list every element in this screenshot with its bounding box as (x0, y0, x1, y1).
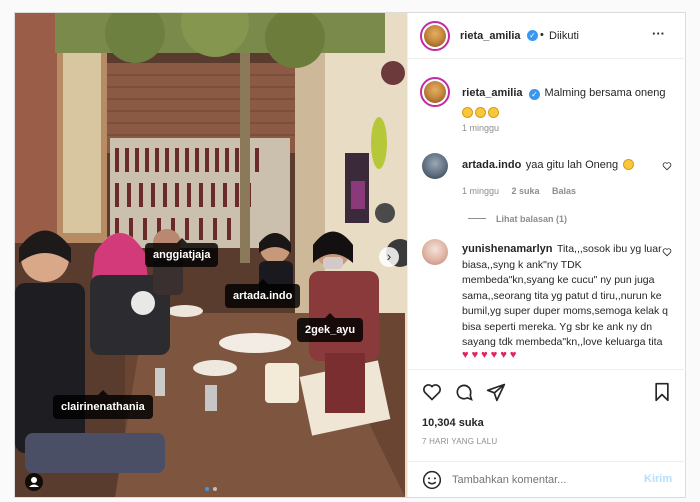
carousel-next-button[interactable]: › (379, 247, 399, 267)
comment-form: Kirim (408, 461, 686, 497)
comment-likes[interactable]: 2 suka (511, 186, 539, 196)
photo-tag[interactable]: clairinenathania (53, 390, 153, 419)
follow-status[interactable]: Diikuti (549, 30, 579, 42)
photo-tag[interactable]: artada.indo (225, 279, 301, 308)
comment: yunishenamarlyn Tita,,,sosok ibu yg luar… (462, 241, 670, 361)
photo-tag[interactable]: anggiatjaja (145, 238, 219, 267)
view-replies-button[interactable]: Lihat balasan (1) (468, 209, 567, 227)
laughing-emoji-icon (488, 107, 499, 118)
hearts-emoji: ♥ ♥ ♥ ♥ ♥ ♥ (462, 348, 517, 361)
post-photo[interactable]: › anggiatjaja artada.indo 2gek_ayu clair… (15, 13, 407, 497)
more-options-icon[interactable]: ··· (652, 26, 665, 41)
tagged-users-icon[interactable] (25, 473, 43, 491)
like-comment-heart-icon[interactable] (662, 247, 672, 257)
caption-time: 1 minggu (462, 123, 500, 133)
comment: artada.indo yaa gitu lah Oneng (462, 155, 662, 173)
laughing-emoji-icon (462, 107, 473, 118)
comment-bubble-icon[interactable] (454, 382, 474, 402)
reply-button[interactable]: Balas (552, 186, 576, 196)
laughing-emoji-icon (475, 107, 486, 118)
likes-count[interactable]: 10,304 suka (422, 417, 484, 429)
verified-badge-icon: ✓ (527, 30, 538, 41)
share-send-icon[interactable] (486, 382, 506, 402)
caption-username[interactable]: rieta_amilia (462, 87, 523, 99)
comment-input[interactable] (452, 471, 632, 489)
comment-time: 1 minggu (462, 186, 500, 196)
verified-badge-icon: ✓ (529, 89, 540, 100)
comment-username[interactable]: yunishenamarlyn (462, 243, 552, 255)
post-modal: › anggiatjaja artada.indo 2gek_ayu clair… (14, 12, 686, 498)
photo-tag[interactable]: 2gek_ayu (297, 313, 364, 342)
comment-text: yaa gitu lah Oneng (525, 159, 619, 171)
post-author-username[interactable]: rieta_amilia (460, 30, 521, 42)
emoji-picker-icon[interactable] (422, 470, 442, 490)
post-header: rieta_amilia ✓ • Diikuti ··· (408, 13, 686, 59)
avatar[interactable] (422, 153, 448, 179)
like-heart-icon[interactable] (422, 382, 442, 402)
post-comment-button[interactable]: Kirim (644, 473, 672, 485)
header-separator: • (540, 29, 544, 41)
post-sidebar: rieta_amilia ✓ • Diikuti ··· rieta_amili… (407, 13, 686, 497)
comment-text: Tita,,,sosok ibu yg luar biasa,,syng k a… (462, 243, 669, 348)
comment-meta: 1 minggu 2 suka Balas (462, 181, 576, 199)
caption: rieta_amilia ✓ Malming bersama oneng (462, 83, 677, 121)
laughing-emoji-icon (622, 159, 634, 170)
like-comment-heart-icon[interactable] (662, 161, 672, 171)
save-bookmark-icon[interactable] (652, 382, 672, 402)
action-bar (408, 369, 686, 409)
avatar[interactable] (420, 77, 450, 107)
avatar[interactable] (422, 239, 448, 265)
comment-username[interactable]: artada.indo (462, 159, 521, 171)
avatar[interactable] (420, 21, 450, 51)
post-date: 7 HARI YANG LALU (422, 437, 498, 446)
caption-text: Malming bersama oneng (544, 87, 666, 99)
